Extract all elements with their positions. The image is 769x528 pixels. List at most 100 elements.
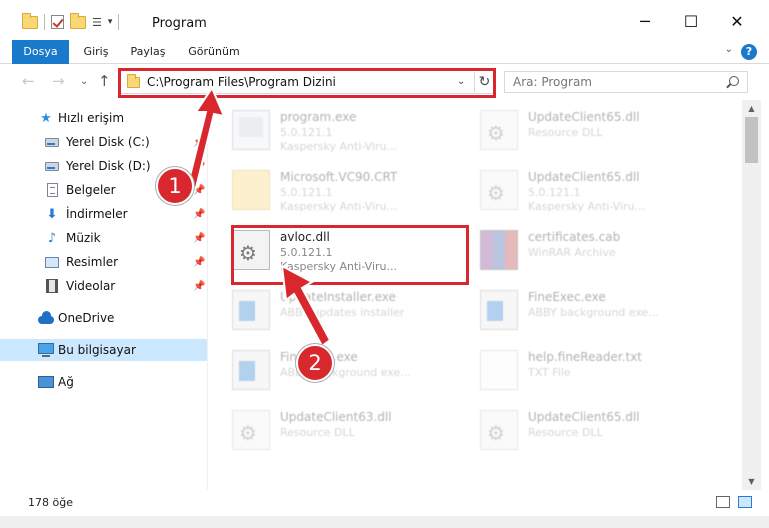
sidebar-item-label: Yerel Disk (D:) [66,159,151,173]
pin-icon[interactable]: 📌 [193,233,205,244]
up-button[interactable]: ↑ [98,72,111,90]
file-detail: 5.0.121.1 [528,186,581,199]
videos-icon [44,278,60,294]
file-detail: Kaspersky Anti-Viru... [528,200,645,213]
scroll-up-icon[interactable]: ▲ [742,100,761,117]
documents-icon [44,182,60,198]
highlight-file-box [231,225,469,285]
file-item[interactable]: UpdateClient65.dll Resource DLL [456,102,696,158]
ribbon-tabs: Dosya Giriş Paylaş Görünüm ⌄ ? [0,40,769,64]
pin-icon[interactable]: 📌 [193,209,205,220]
file-detail: WinRAR Archive [528,246,616,259]
file-item[interactable]: help.fineReader.txt TXT File [456,342,696,398]
disk-icon [44,134,60,150]
tab-file[interactable]: Dosya [12,40,69,64]
quick-access-customize-icon[interactable]: ☰ [92,16,102,29]
details-view-icon[interactable] [716,496,730,508]
sidebar-item-local-disk-c[interactable]: Yerel Disk (C:) 📌 [0,131,207,153]
file-name: UpdateClient63.dll [280,410,392,424]
file-item[interactable]: UpdateClient63.dll Resource DLL [208,402,448,458]
sidebar-item-label: Belgeler [66,183,116,197]
file-name: FineExec.exe [528,290,606,304]
file-item[interactable]: Microsoft.VC90.CRT 5.0.121.1 Kaspersky A… [208,162,448,218]
separator [118,14,120,30]
sidebar-item-label: Ağ [58,375,74,389]
file-item[interactable]: certificates.cab WinRAR Archive [456,222,696,278]
sidebar-item-label: Yerel Disk (C:) [66,135,150,149]
new-folder-icon[interactable] [70,12,86,29]
file-item[interactable]: FineExec.exe ABBY background exe... [456,282,696,338]
file-name: program.exe [280,110,357,124]
file-item[interactable]: program.exe 5.0.121.1 Kaspersky Anti-Vir… [208,102,448,158]
sidebar-item-label: Bu bilgisayar [58,343,136,357]
navigation-pane: ★ Hızlı erişim Yerel Disk (C:) 📌 Yerel D… [0,100,207,490]
dll-icon [480,410,518,450]
computer-icon [38,342,54,358]
file-name: Microsoft.VC90.CRT [280,170,398,184]
sidebar-item-label: Hızlı erişim [58,111,125,125]
step-2-badge: 2 [296,344,334,382]
file-name: UpdateClient65.dll [528,410,640,424]
disk-icon [44,158,60,174]
scroll-thumb[interactable] [745,117,758,163]
sidebar-item-label: Resimler [66,255,119,269]
search-icon[interactable] [729,76,739,86]
search-placeholder: Ara: Program [513,75,592,89]
sidebar-item-label: Müzik [66,231,101,245]
file-name: help.fineReader.txt [528,350,642,364]
window-bottom-edge [0,516,769,528]
quick-access-toolbar: ☰ ▾ [22,12,120,30]
sidebar-item-pictures[interactable]: Resimler 📌 [0,251,207,273]
maximize-button[interactable]: ☐ [668,6,714,36]
properties-icon[interactable] [51,15,64,29]
sidebar-item-music[interactable]: ♪ Müzik 📌 [0,227,207,249]
large-icons-view-icon[interactable] [738,496,752,508]
tab-home[interactable]: Giriş [78,40,114,64]
folder-icon[interactable] [22,12,38,29]
file-item[interactable]: UpdateClient65.dll Resource DLL [456,402,696,458]
tab-view[interactable]: Görünüm [186,40,242,64]
step-1-badge: 1 [156,167,194,205]
exe-icon [480,290,518,330]
file-detail: 5.0.121.1 [280,186,333,199]
pin-icon[interactable]: 📌 [193,257,205,268]
file-detail: TXT File [528,366,571,379]
music-icon: ♪ [47,230,57,246]
file-name: certificates.cab [528,230,621,244]
sidebar-item-this-pc[interactable]: Bu bilgisayar [0,339,207,361]
chevron-down-icon[interactable]: ▾ [108,17,113,27]
scroll-down-icon[interactable]: ▼ [742,473,761,490]
file-item[interactable]: UpdateClient65.dll 5.0.121.1 Kaspersky A… [456,162,696,218]
dll-icon [480,170,518,210]
status-bar: 178 öğe [0,490,769,516]
file-detail: 5.0.121.1 [280,126,333,139]
highlight-address-box [118,68,496,98]
vertical-scrollbar[interactable]: ▲ ▼ [742,100,761,490]
sidebar-item-videos[interactable]: Videolar 📌 [0,275,207,297]
search-input[interactable]: Ara: Program [504,71,748,93]
cloud-icon [38,310,54,326]
tab-share[interactable]: Paylaş [124,40,172,64]
dll-icon [480,110,518,150]
pin-icon[interactable]: 📌 [193,281,205,292]
sidebar-item-label: İndirmeler [66,207,128,221]
forward-button[interactable]: → [52,72,65,90]
file-name: UpdateClient65.dll [528,170,640,184]
recent-locations-button[interactable]: ⌄ [80,76,88,87]
sidebar-item-network[interactable]: Ağ [0,371,207,393]
file-detail: Resource DLL [528,426,603,439]
back-button[interactable]: ← [22,72,35,90]
close-button[interactable]: ✕ [714,6,760,36]
sidebar-item-downloads[interactable]: ⬇ İndirmeler 📌 [0,203,207,225]
file-detail: Kaspersky Anti-Viru... [280,200,397,213]
pictures-icon [44,254,60,270]
arrow-2-icon [280,264,332,348]
sidebar-item-quick-access[interactable]: ★ Hızlı erişim [0,107,207,129]
file-detail: ABBY background exe... [528,306,659,319]
ribbon-expand-icon[interactable]: ⌄ [725,44,733,55]
help-icon[interactable]: ? [741,44,757,60]
sidebar-item-label: OneDrive [58,311,115,325]
minimize-button[interactable]: ─ [622,6,668,36]
sidebar-item-onedrive[interactable]: OneDrive [0,307,207,329]
downloads-icon: ⬇ [46,206,58,222]
